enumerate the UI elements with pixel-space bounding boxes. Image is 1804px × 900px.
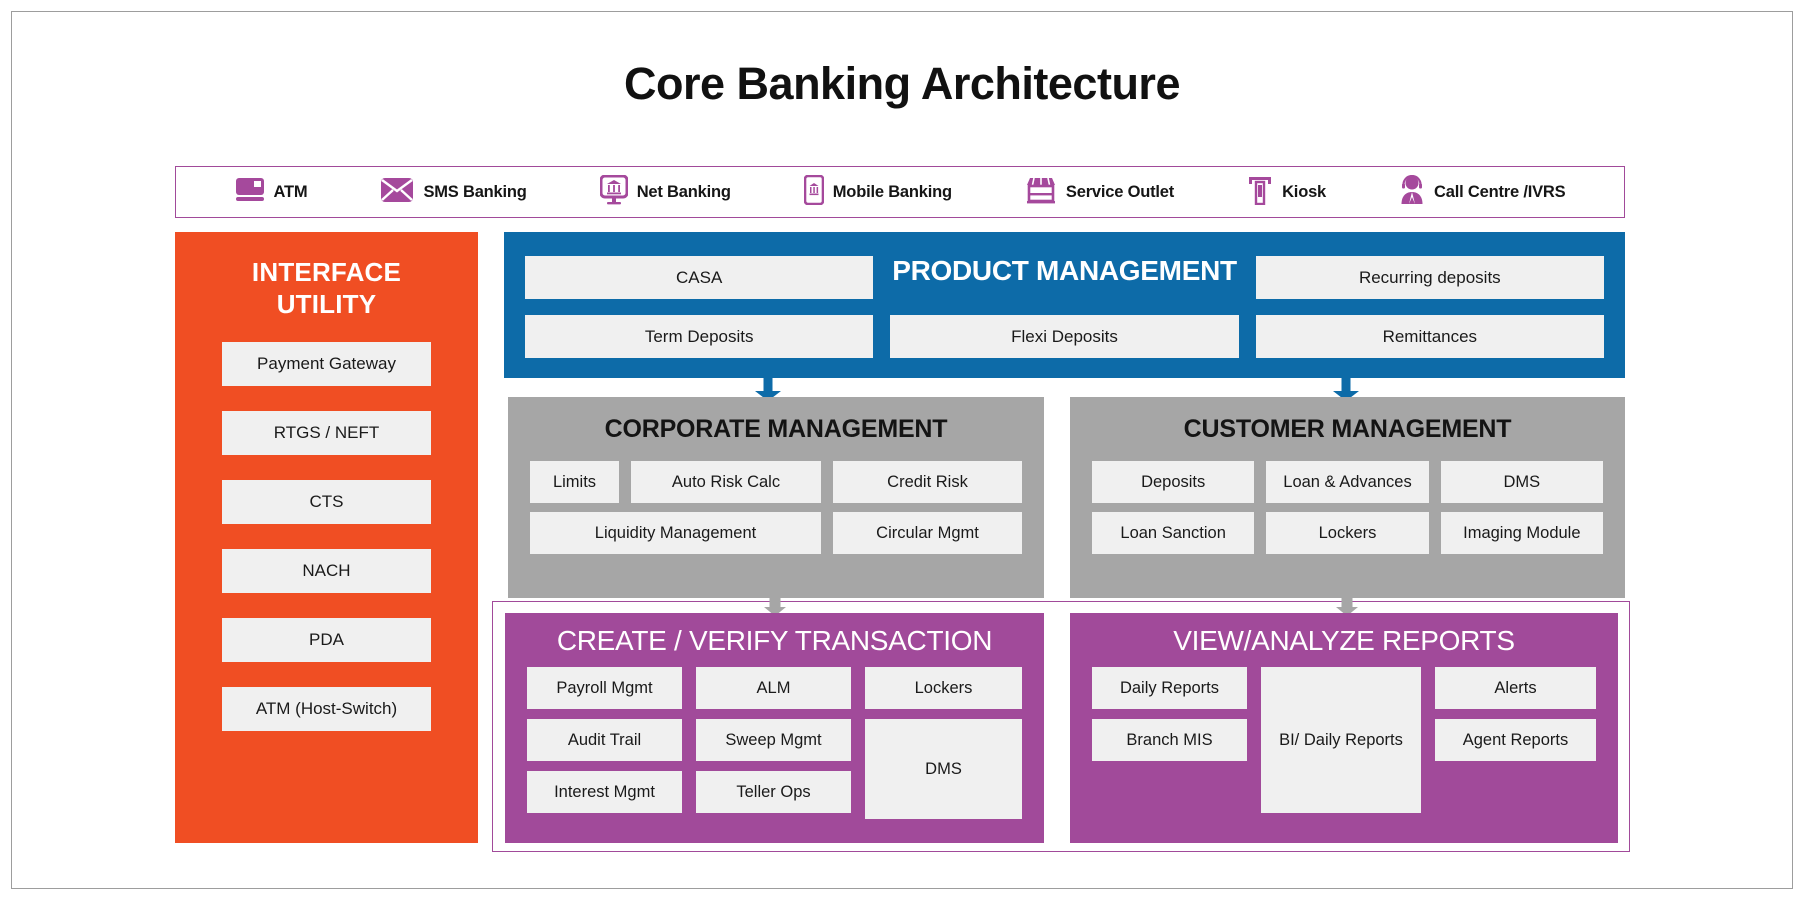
mobile-bank-icon <box>803 174 825 210</box>
interface-item-pda[interactable]: PDA <box>222 618 431 663</box>
create-item-sweep-mgmt[interactable]: Sweep Mgmt <box>696 719 851 761</box>
product-management-row-1: CASA Recurring deposits <box>525 256 1604 299</box>
report-item-bi-daily-reports[interactable]: BI/ Daily Reports <box>1261 667 1421 813</box>
channel-label: Call Centre /IVRS <box>1434 182 1566 201</box>
channel-label: Net Banking <box>636 182 731 201</box>
create-verify-transaction-title: CREATE / VERIFY TRANSACTION <box>556 625 993 656</box>
headset-agent-icon <box>1399 174 1425 210</box>
customer-item-dms[interactable]: DMS <box>1440 461 1603 503</box>
customer-row-2: Loan Sanction Lockers Imaging Module <box>1092 512 1603 554</box>
create-item-lockers[interactable]: Lockers <box>865 667 1022 709</box>
create-verify-body: Payroll Mgmt Audit Trail Interest Mgmt A… <box>505 667 1044 819</box>
channel-item-service-outlet[interactable]: Service Outlet <box>1025 176 1174 209</box>
create-item-payroll-mgmt[interactable]: Payroll Mgmt <box>527 667 682 709</box>
channel-item-mobile-banking[interactable]: Mobile Banking <box>803 174 952 210</box>
interface-utility-list: Payment Gateway RTGS / NEFT CTS NACH PDA… <box>175 342 478 732</box>
report-item-alerts[interactable]: Alerts <box>1435 667 1596 709</box>
channel-item-net-banking[interactable]: Net Banking <box>599 174 731 210</box>
customer-item-imaging-module[interactable]: Imaging Module <box>1440 512 1603 554</box>
view-reports-column-2: BI/ Daily Reports <box>1261 667 1421 813</box>
interface-utility-title-line2: UTILITY <box>276 289 377 320</box>
corporate-row-2: Liquidity Management Circular Mgmt <box>530 512 1022 554</box>
interface-utility-panel: INTERFACE UTILITY Payment Gateway RTGS /… <box>175 232 478 843</box>
interface-item-payment-gateway[interactable]: Payment Gateway <box>222 342 431 387</box>
channel-label: Mobile Banking <box>832 182 952 201</box>
product-row1-spacer <box>890 256 1238 299</box>
customer-item-lockers[interactable]: Lockers <box>1266 512 1429 554</box>
channel-item-kiosk[interactable]: Kiosk <box>1247 175 1326 210</box>
corporate-management-grid: Limits Auto Risk Calc Credit Risk Liquid… <box>508 461 1044 554</box>
view-reports-column-1: Daily Reports Branch MIS <box>1092 667 1247 813</box>
interface-item-cts[interactable]: CTS <box>222 480 431 525</box>
customer-item-deposits[interactable]: Deposits <box>1092 461 1255 503</box>
channel-label: SMS Banking <box>423 182 527 201</box>
create-verify-transaction-panel: CREATE / VERIFY TRANSACTION Payroll Mgmt… <box>505 613 1044 843</box>
create-item-interest-mgmt[interactable]: Interest Mgmt <box>527 771 682 813</box>
product-item-term-deposits[interactable]: Term Deposits <box>525 315 874 358</box>
kiosk-icon <box>1247 175 1273 210</box>
product-item-recurring-deposits[interactable]: Recurring deposits <box>1255 256 1604 299</box>
view-reports-body: Daily Reports Branch MIS BI/ Daily Repor… <box>1070 667 1618 813</box>
interface-item-nach[interactable]: NACH <box>222 549 431 594</box>
create-verify-column-3: Lockers DMS <box>865 667 1022 819</box>
create-verify-column-1: Payroll Mgmt Audit Trail Interest Mgmt <box>527 667 682 819</box>
customer-item-loan-sanction[interactable]: Loan Sanction <box>1092 512 1255 554</box>
corporate-row-1: Limits Auto Risk Calc Credit Risk <box>530 461 1022 503</box>
corporate-item-credit-risk[interactable]: Credit Risk <box>833 461 1022 503</box>
view-analyze-reports-title: VIEW/ANALYZE REPORTS <box>1173 625 1515 656</box>
page-title: Core Banking Architecture <box>624 58 1180 109</box>
report-item-daily-reports[interactable]: Daily Reports <box>1092 667 1247 709</box>
channel-label: Kiosk <box>1282 182 1327 201</box>
interface-item-rtgs-neft[interactable]: RTGS / NEFT <box>222 411 431 456</box>
create-item-teller-ops[interactable]: Teller Ops <box>696 771 851 813</box>
report-item-branch-mis[interactable]: Branch MIS <box>1092 719 1247 761</box>
corporate-item-limits[interactable]: Limits <box>530 461 619 503</box>
corporate-item-auto-risk-calc[interactable]: Auto Risk Calc <box>631 461 821 503</box>
product-item-flexi-deposits[interactable]: Flexi Deposits <box>890 315 1239 358</box>
create-item-audit-trail[interactable]: Audit Trail <box>527 719 682 761</box>
customer-row-1: Deposits Loan & Advances DMS <box>1092 461 1603 503</box>
customer-item-loan-advances[interactable]: Loan & Advances <box>1266 461 1429 503</box>
customer-management-title: CUSTOMER MANAGEMENT <box>1183 415 1512 443</box>
channel-item-atm[interactable]: ATM <box>235 177 308 208</box>
customer-management-grid: Deposits Loan & Advances DMS Loan Sancti… <box>1070 461 1625 554</box>
product-item-casa[interactable]: CASA <box>525 256 874 299</box>
channel-item-sms-banking[interactable]: SMS Banking <box>380 177 527 208</box>
atm-card-icon <box>235 177 265 208</box>
channel-item-call-centre[interactable]: Call Centre /IVRS <box>1399 174 1566 210</box>
interface-utility-title-line1: INTERFACE <box>251 257 402 287</box>
storefront-icon <box>1025 176 1057 209</box>
channel-bar: ATM SMS Banking Net Banking Mobile Banki… <box>175 166 1625 218</box>
envelope-icon <box>380 177 414 208</box>
desktop-bank-icon <box>599 174 629 210</box>
view-reports-column-3: Alerts Agent Reports <box>1435 667 1596 813</box>
product-management-panel: PRODUCT MANAGEMENT CASA Recurring deposi… <box>504 232 1625 378</box>
product-management-row-2: Term Deposits Flexi Deposits Remittances <box>525 315 1604 358</box>
customer-management-panel: CUSTOMER MANAGEMENT Deposits Loan & Adva… <box>1070 397 1625 598</box>
interface-utility-title: INTERFACE UTILITY <box>175 256 478 320</box>
diagram-canvas: Core Banking Architecture ATM SMS Bankin… <box>0 0 1804 900</box>
corporate-management-panel: CORPORATE MANAGEMENT Limits Auto Risk Ca… <box>508 397 1044 598</box>
report-item-agent-reports[interactable]: Agent Reports <box>1435 719 1596 761</box>
channel-label: ATM <box>273 182 308 201</box>
interface-item-atm-host-switch[interactable]: ATM (Host-Switch) <box>222 687 431 732</box>
corporate-item-liquidity-management[interactable]: Liquidity Management <box>530 512 821 554</box>
corporate-item-circular-mgmt[interactable]: Circular Mgmt <box>833 512 1022 554</box>
create-item-alm[interactable]: ALM <box>696 667 851 709</box>
product-item-remittances[interactable]: Remittances <box>1255 315 1604 358</box>
create-item-dms[interactable]: DMS <box>865 719 1022 819</box>
view-analyze-reports-panel: VIEW/ANALYZE REPORTS Daily Reports Branc… <box>1070 613 1618 843</box>
channel-label: Service Outlet <box>1065 182 1175 201</box>
create-verify-column-2: ALM Sweep Mgmt Teller Ops <box>696 667 851 819</box>
corporate-management-title: CORPORATE MANAGEMENT <box>604 415 948 443</box>
